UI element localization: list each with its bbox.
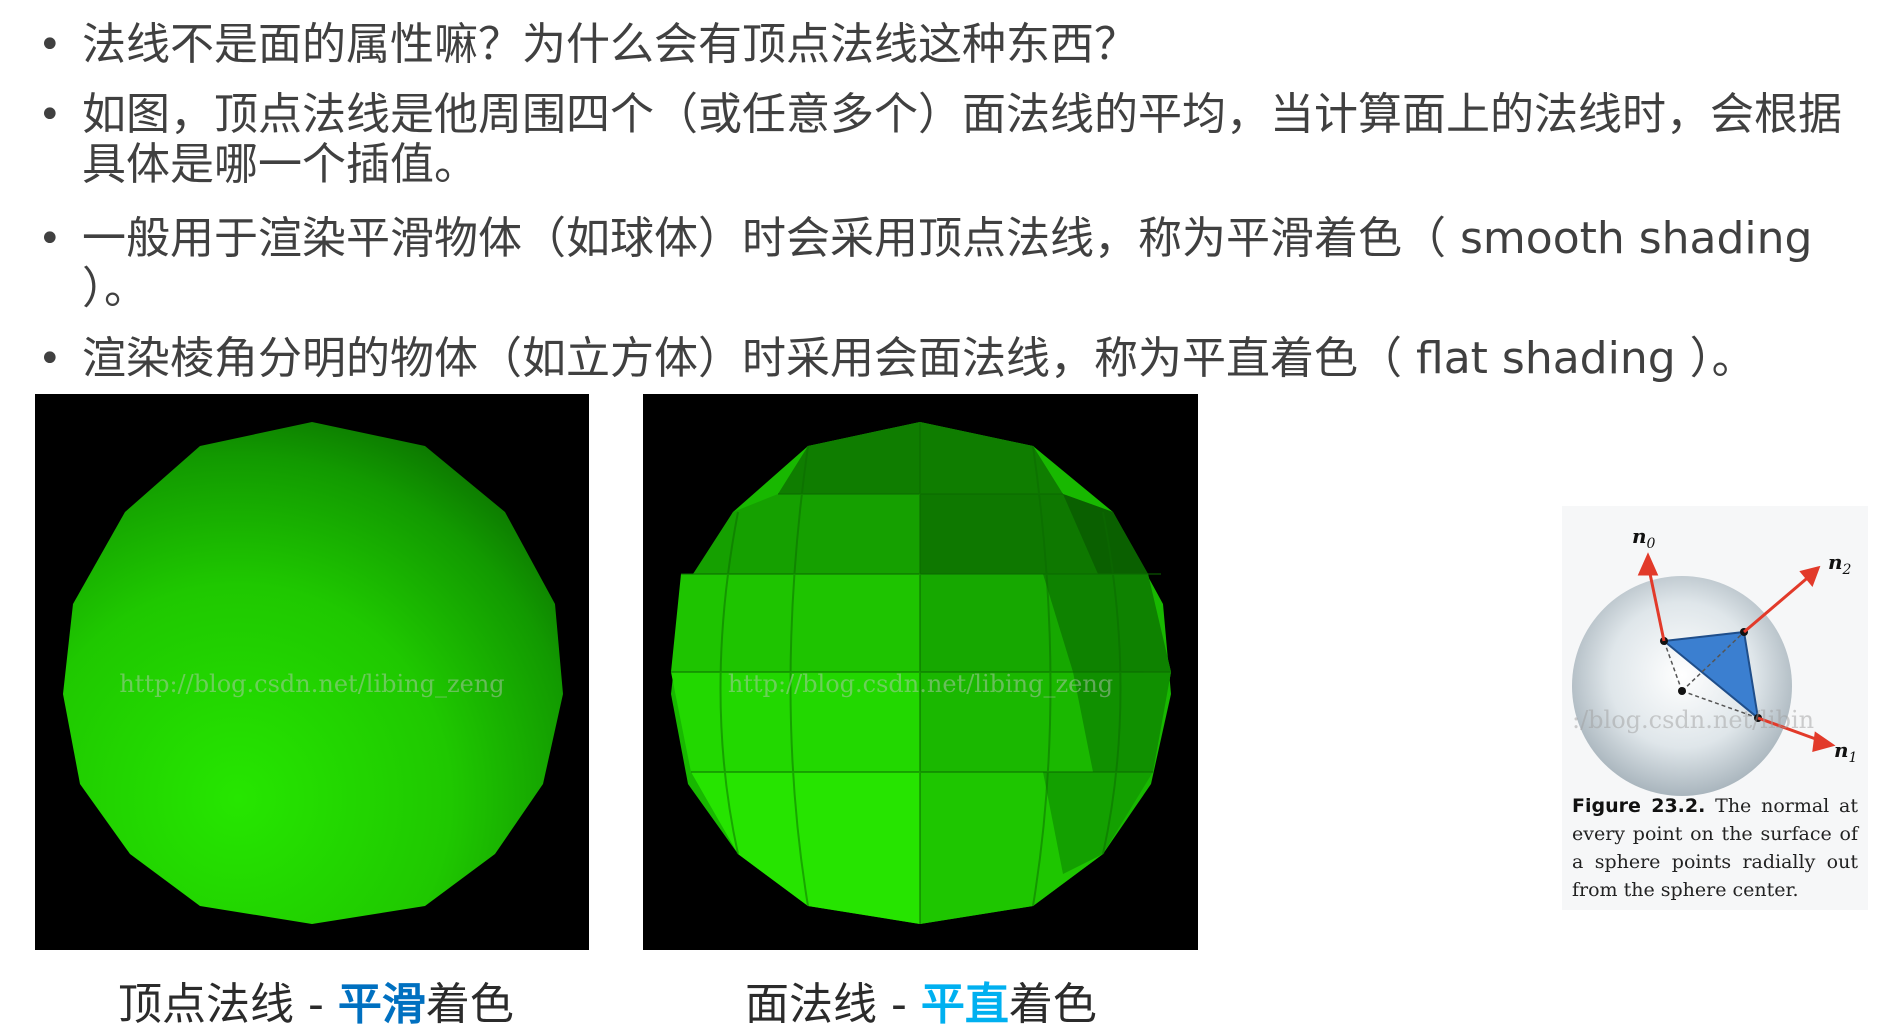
normal-label-n1: n1 — [1834, 738, 1858, 766]
smooth-shading-image: http://blog.csdn.net/libing_zeng — [35, 394, 589, 950]
watermark: http://blog.csdn.net/libing_zeng — [727, 670, 1114, 698]
flat-shading-image: http://blog.csdn.net/libing_zeng — [643, 394, 1198, 950]
bullet-dot: • — [38, 92, 62, 138]
caption-suffix: 着色 — [1008, 979, 1097, 1030]
normal-label-n0: n0 — [1632, 524, 1656, 552]
watermark: http://blog.csdn.net/libing_zeng — [119, 670, 505, 698]
normal-label-n2: n2 — [1828, 550, 1852, 578]
bullet-text: 法线不是面的属性嘛？为什么会有顶点法线这种东西？ — [82, 19, 1138, 70]
sphere-normal-figure: n0 n2 n1 :/blog.csdn.net/libin Figure 23… — [1562, 506, 1868, 910]
bullet-item: • 法线不是面的属性嘛？为什么会有顶点法线这种东西？ — [30, 20, 1880, 70]
caption-highlight: 平直 — [920, 979, 1009, 1030]
bullet-list: • 法线不是面的属性嘛？为什么会有顶点法线这种东西？ • 如图，顶点法线是他周围… — [30, 20, 1880, 404]
bullet-item: • 如图，顶点法线是他周围四个（或任意多个）面法线的平均，当计算面上的法线时，会… — [30, 90, 1880, 190]
smooth-caption: 顶点法线 - 平滑着色 — [118, 968, 514, 1032]
sphere-normal-diagram — [1572, 552, 1836, 796]
caption-prefix: 面法线 - — [745, 979, 921, 1030]
bullet-dot: • — [38, 216, 62, 262]
bullet-text: 一般用于渲染平滑物体（如球体）时会采用顶点法线，称为平滑着色（ smooth s… — [82, 213, 1813, 314]
caption-prefix: 顶点法线 - — [118, 979, 338, 1030]
caption-highlight: 平滑 — [337, 979, 426, 1030]
bullet-dot: • — [38, 22, 62, 68]
flat-caption: 面法线 - 平直着色 — [745, 968, 1097, 1032]
bullet-item: • 一般用于渲染平滑物体（如球体）时会采用顶点法线，称为平滑着色（ smooth… — [30, 214, 1880, 314]
bullet-text: 如图，顶点法线是他周围四个（或任意多个）面法线的平均，当计算面上的法线时，会根据… — [82, 89, 1842, 190]
bullet-item: • 渲染棱角分明的物体（如立方体）时采用会面法线，称为平直着色（ flat sh… — [30, 334, 1880, 384]
caption-suffix: 着色 — [425, 979, 514, 1030]
bullet-text: 渲染棱角分明的物体（如立方体）时采用会面法线，称为平直着色（ flat shad… — [82, 333, 1756, 384]
bullet-dot: • — [38, 336, 62, 382]
book-figure-caption: Figure 23.2. The normal at every point o… — [1572, 792, 1858, 904]
figure-number: Figure 23.2. — [1572, 795, 1706, 817]
watermark: :/blog.csdn.net/libin — [1572, 706, 1815, 734]
